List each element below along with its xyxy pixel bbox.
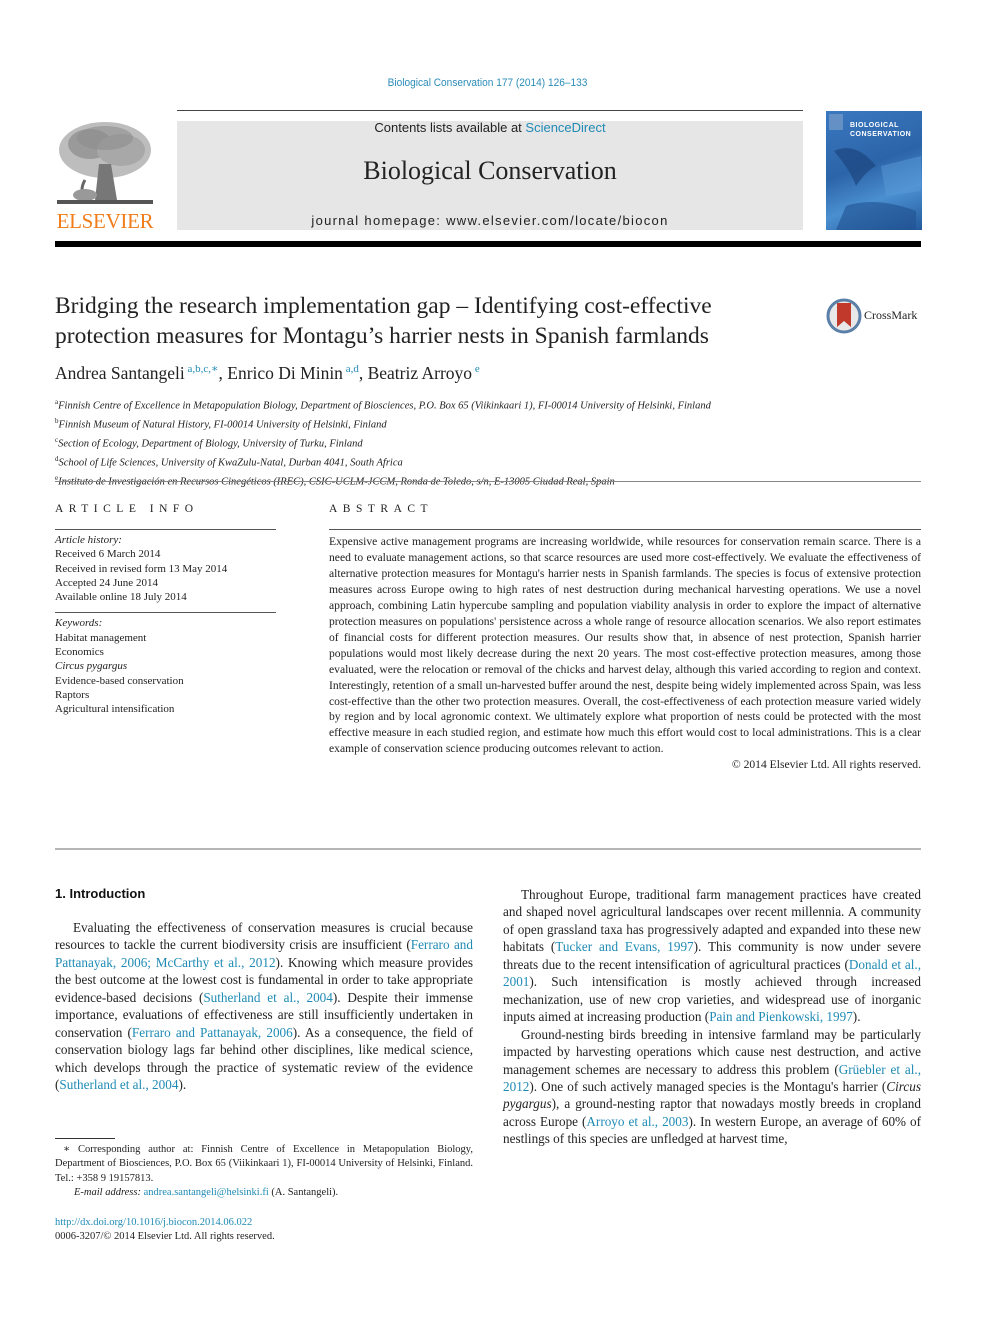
contents-prefix: Contents lists available at xyxy=(374,120,526,135)
paragraph-text: ). One of such actively managed species … xyxy=(529,1078,887,1094)
citation-link[interactable]: Sutherland et al., 2004 xyxy=(59,1077,178,1092)
elsevier-wordmark: ELSEVIER xyxy=(56,209,154,233)
author-affiliation-marks[interactable]: e xyxy=(472,363,480,375)
contents-available-line: Contents lists available at ScienceDirec… xyxy=(177,120,803,135)
intro-paragraph-1: Evaluating the effectiveness of conserva… xyxy=(55,919,473,1094)
author-name[interactable]: Andrea Santangeli xyxy=(55,363,185,383)
affiliation-item: cSection of Ecology, Department of Biolo… xyxy=(55,433,915,452)
keywords-block: Keywords: Habitat management Economics Cir… xyxy=(55,616,276,716)
abstract-end-divider xyxy=(55,848,921,850)
affiliation-text: Finnish Centre of Excellence in Metapopu… xyxy=(58,400,711,412)
author-separator: , xyxy=(358,362,368,383)
affiliation-text: Instituto de Investigación en Recursos C… xyxy=(58,476,615,488)
body-left-column: 1. Introduction Evaluating the effective… xyxy=(55,886,473,1094)
history-item: Received in revised form 13 May 2014 xyxy=(55,562,228,575)
footnote-rule xyxy=(55,1138,115,1139)
journal-homepage-link[interactable]: journal homepage: www.elsevier.com/locat… xyxy=(177,213,803,228)
keyword-item: Economics xyxy=(55,646,104,659)
body-right-column: Throughout Europe, traditional farm mana… xyxy=(503,886,921,1148)
issn-line: 0006-3207/© 2014 Elsevier Ltd. All right… xyxy=(55,1231,275,1243)
history-item: Received 6 March 2014 xyxy=(55,548,161,561)
affiliation-item: bFinnish Museum of Natural History, FI-0… xyxy=(55,414,915,433)
keywords-divider xyxy=(55,612,276,614)
author-affiliation-marks[interactable]: a,d xyxy=(343,363,359,375)
history-item: Accepted 24 June 2014 xyxy=(55,576,158,589)
keyword-item: Agricultural intensification xyxy=(55,703,175,716)
masthead-thick-rule xyxy=(55,241,921,247)
journal-title: Biological Conservation xyxy=(363,156,617,185)
affiliation-text: School of Life Sciences, University of K… xyxy=(58,457,403,469)
affiliation-item: aFinnish Centre of Excellence in Metapop… xyxy=(55,395,915,414)
intro-paragraph-3: Ground-nesting birds breeding in intensi… xyxy=(503,1026,921,1148)
keyword-item: Raptors xyxy=(55,688,90,701)
affiliation-text: Section of Ecology, Department of Biolog… xyxy=(58,438,363,450)
email-line: E-mail address: andrea.santangeli@helsin… xyxy=(74,1187,339,1199)
citation-link[interactable]: Pain and Pienkowski, 1997 xyxy=(709,1009,853,1024)
article-title: Bridging the research implementation gap… xyxy=(55,293,712,349)
paragraph-text: ). xyxy=(852,1009,861,1025)
email-label: E-mail address: xyxy=(74,1187,144,1199)
sciencedirect-link[interactable]: ScienceDirect xyxy=(525,120,605,135)
article-history-label: Article history: xyxy=(55,534,122,546)
crossmark-button[interactable]: CrossMark xyxy=(826,297,926,335)
doi-block: http://dx.doi.org/10.1016/j.biocon.2014.… xyxy=(55,1216,275,1245)
paragraph-text: ). xyxy=(178,1077,187,1093)
author-separator: , xyxy=(218,362,228,383)
intro-paragraph-2: Throughout Europe, traditional farm mana… xyxy=(503,886,921,1026)
citation-link[interactable]: Sutherland et al., 2004 xyxy=(203,990,333,1005)
article-info-divider xyxy=(55,529,276,530)
affiliation-list: aFinnish Centre of Excellence in Metapop… xyxy=(55,395,915,490)
cover-title: BIOLOGICAL CONSERVATION xyxy=(850,122,912,138)
crossmark-icon xyxy=(826,298,862,334)
author-list: Andrea Santangeli a,b,c,∗, Enrico Di Min… xyxy=(55,362,480,384)
author-name[interactable]: Beatriz Arroyo xyxy=(368,363,472,383)
tree-icon xyxy=(55,120,155,208)
journal-cover-image[interactable]: BIOLOGICAL CONSERVATION xyxy=(826,111,922,230)
affiliation-text: Finnish Museum of Natural History, FI-00… xyxy=(58,419,387,431)
crossmark-label: CrossMark xyxy=(864,308,918,322)
corresponding-author-footnote: ∗ Corresponding author at: Finnish Centr… xyxy=(55,1143,473,1201)
header-divider xyxy=(177,110,803,111)
citation-link[interactable]: Arroyo et al., 2003 xyxy=(586,1114,688,1129)
citation-link[interactable]: Ferraro and Pattanayak, 2006 xyxy=(132,1025,293,1040)
keyword-item: Evidence-based conservation xyxy=(55,674,184,687)
history-item: Available online 18 July 2014 xyxy=(55,591,187,604)
abstract-heading: ABSTRACT xyxy=(329,503,434,515)
title-block-divider xyxy=(55,481,921,482)
journal-citation-link[interactable]: Biological Conservation 177 (2014) 126–1… xyxy=(39,77,936,89)
author-affiliation-marks[interactable]: a,b,c,∗ xyxy=(185,363,219,375)
keyword-item: Habitat management xyxy=(55,631,147,644)
introduction-heading: 1. Introduction xyxy=(55,886,146,901)
article-info-column: ARTICLE INFO Article history: Received 6… xyxy=(55,503,276,717)
abstract-divider xyxy=(329,529,921,530)
email-link[interactable]: andrea.santangeli@helsinki.fi xyxy=(144,1187,269,1198)
article-history: Article history: Received 6 March 2014 Re… xyxy=(55,533,276,604)
doi-link[interactable]: http://dx.doi.org/10.1016/j.biocon.2014.… xyxy=(55,1216,275,1230)
article-info-heading: ARTICLE INFO xyxy=(55,503,199,515)
affiliation-item: dSchool of Life Sciences, University of … xyxy=(55,452,915,471)
citation-link[interactable]: Tucker and Evans, 1997 xyxy=(555,939,693,954)
keyword-item: Circus pygargus xyxy=(55,660,128,673)
abstract-text: Expensive active management programs are… xyxy=(329,535,921,756)
keywords-label: Keywords: xyxy=(55,617,103,630)
abstract-copyright: © 2014 Elsevier Ltd. All rights reserved… xyxy=(731,758,921,772)
footnote-text: ∗ Corresponding author at: Finnish Centr… xyxy=(55,1144,473,1184)
author-name[interactable]: Enrico Di Minin xyxy=(227,363,343,383)
abstract-column: ABSTRACT Expensive active management pro… xyxy=(329,503,921,773)
